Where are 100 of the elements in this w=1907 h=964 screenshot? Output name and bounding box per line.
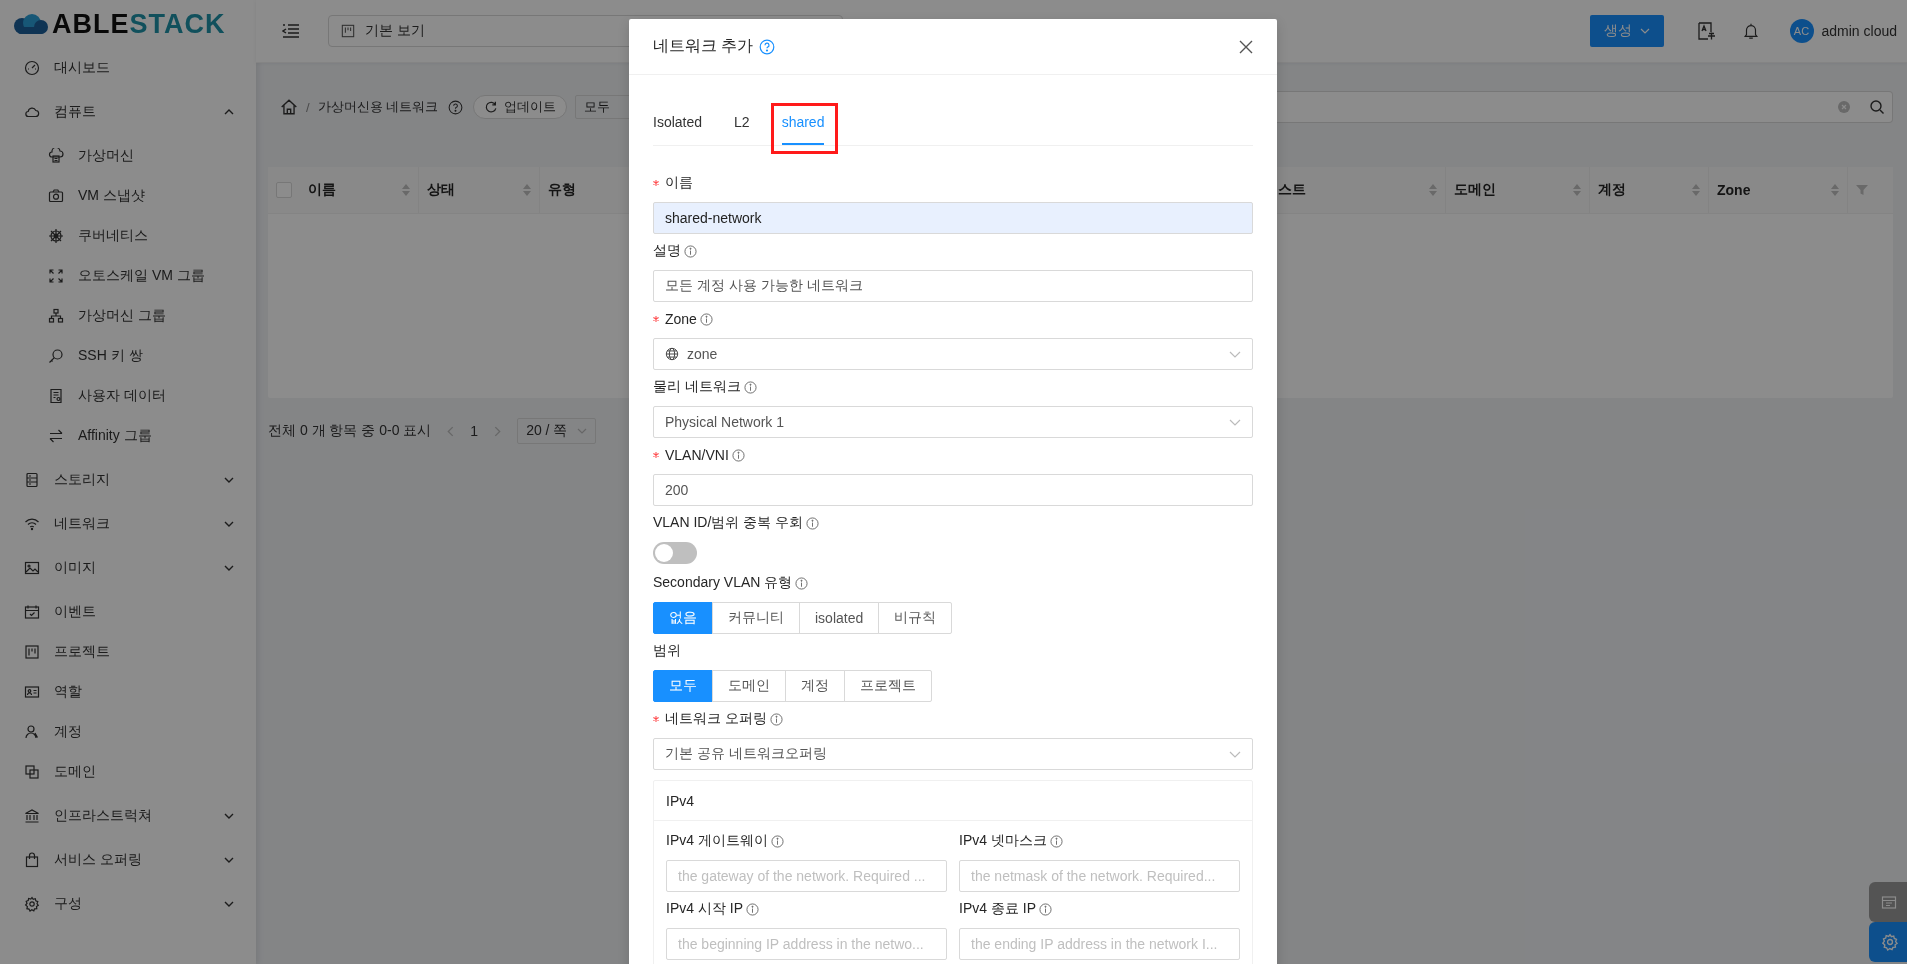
- cloud-icon: [24, 104, 40, 120]
- camera-icon: [48, 188, 64, 204]
- field-label: VLAN/VNI: [665, 447, 729, 463]
- column-header[interactable]: 이름: [308, 181, 402, 199]
- clear-icon[interactable]: [1838, 101, 1850, 113]
- caret-icon: [1639, 28, 1650, 34]
- tab[interactable]: shared: [781, 99, 825, 145]
- menu-item[interactable]: 스토리지: [0, 460, 256, 500]
- text-input[interactable]: the netmask of the network. Required...: [959, 860, 1240, 892]
- translate-icon[interactable]: [1695, 21, 1716, 41]
- sort-icon[interactable]: [402, 184, 410, 196]
- info-icon[interactable]: [769, 712, 783, 726]
- menu-item[interactable]: 서비스 오퍼링: [0, 840, 256, 880]
- user-icon: [24, 724, 40, 740]
- menu-item[interactable]: 대시보드: [0, 48, 256, 88]
- menu-item[interactable]: 프로젝트: [0, 632, 256, 672]
- info-icon[interactable]: [699, 312, 713, 326]
- info-icon[interactable]: [746, 902, 760, 916]
- field-label: 설명: [653, 242, 681, 260]
- select-field[interactable]: 기본 공유 네트워크오퍼링: [653, 738, 1253, 770]
- column-header[interactable]: 도메인: [1454, 181, 1573, 199]
- select-field[interactable]: zone: [653, 338, 1253, 370]
- column-header[interactable]: 계정: [1598, 181, 1692, 199]
- text-input[interactable]: 모든 계정 사용 가능한 네트워크: [653, 270, 1253, 302]
- search-button[interactable]: [1861, 91, 1893, 123]
- segment-option[interactable]: 없음: [653, 602, 713, 634]
- info-icon[interactable]: [806, 516, 820, 530]
- page-title: 가상머신용 네트워크: [317, 98, 439, 116]
- sort-icon[interactable]: [1831, 184, 1839, 196]
- segment-option[interactable]: 프로젝트: [844, 670, 932, 702]
- menu-item[interactable]: 쿠버네티스: [0, 216, 256, 256]
- info-icon[interactable]: [731, 448, 745, 462]
- help-icon[interactable]: [759, 38, 776, 55]
- hierarchy-icon: [48, 308, 64, 324]
- field-label: IPv4 게이트웨이: [666, 832, 768, 850]
- menu-item[interactable]: 네트워크: [0, 504, 256, 544]
- menu-item[interactable]: 역할: [0, 672, 256, 712]
- gauge-icon: [24, 60, 40, 76]
- segment-option[interactable]: 커뮤니티: [712, 602, 800, 634]
- help-icon[interactable]: [448, 99, 464, 115]
- home-icon[interactable]: [280, 98, 298, 116]
- filter-icon[interactable]: [1856, 184, 1868, 196]
- menu-item[interactable]: 도메인: [0, 752, 256, 792]
- segment-option[interactable]: 도메인: [712, 670, 786, 702]
- field-label: IPv4 넷마스크: [959, 832, 1047, 850]
- tab[interactable]: L2: [734, 99, 750, 145]
- text-input[interactable]: 200: [653, 474, 1253, 506]
- segment-option[interactable]: 계정: [785, 670, 845, 702]
- menu-item[interactable]: 계정: [0, 712, 256, 752]
- menu-item[interactable]: 구성: [0, 884, 256, 924]
- segment-option[interactable]: 모두: [653, 670, 713, 702]
- text-input[interactable]: shared-network: [653, 202, 1253, 234]
- chevron-icon: [577, 428, 588, 434]
- pagination-summary: 전체 0 개 항목 중 0-0 표시: [268, 422, 432, 440]
- menu-item[interactable]: VM 스냅샷: [0, 176, 256, 216]
- info-icon[interactable]: [795, 576, 809, 590]
- menu-item[interactable]: 이벤트: [0, 592, 256, 632]
- required-mark-icon: [653, 452, 659, 458]
- text-input[interactable]: the ending IP address in the network I...: [959, 928, 1240, 960]
- segment-option[interactable]: 비규칙: [878, 602, 953, 634]
- menu-item[interactable]: 사용자 데이터: [0, 376, 256, 416]
- page-number[interactable]: 1: [470, 423, 479, 439]
- info-icon[interactable]: [1049, 834, 1063, 848]
- menu-item[interactable]: 인프라스트럭쳐: [0, 796, 256, 836]
- settings-icon[interactable]: [1869, 922, 1907, 962]
- info-icon[interactable]: [743, 380, 757, 394]
- sort-icon[interactable]: [1692, 184, 1700, 196]
- sort-icon[interactable]: [523, 184, 531, 196]
- field-label: Secondary VLAN 유형: [653, 574, 793, 592]
- info-icon[interactable]: [770, 834, 784, 848]
- menu-item[interactable]: 가상머신 그룹: [0, 296, 256, 336]
- close-icon[interactable]: [1239, 39, 1253, 54]
- menu-fold-icon[interactable]: [282, 23, 300, 39]
- refresh-button[interactable]: 업데이트: [473, 95, 568, 119]
- page-size-select[interactable]: 20 / 쪽: [517, 418, 597, 444]
- sort-icon[interactable]: [1573, 184, 1581, 196]
- column-header[interactable]: 스트: [1278, 181, 1429, 199]
- menu-item[interactable]: 이미지: [0, 548, 256, 588]
- segment-option[interactable]: isolated: [799, 602, 880, 634]
- toggle-switch[interactable]: [653, 542, 697, 564]
- overlapping-squares-icon: [24, 764, 40, 780]
- menu-item[interactable]: SSH 키 쌍: [0, 336, 256, 376]
- info-icon[interactable]: [1039, 902, 1053, 916]
- menu-item[interactable]: Affinity 그룹: [0, 416, 256, 456]
- text-input[interactable]: the gateway of the network. Required ...: [666, 860, 947, 892]
- sort-icon[interactable]: [1429, 184, 1437, 196]
- menu-item[interactable]: 오토스케일 VM 그룹: [0, 256, 256, 296]
- menu-item[interactable]: 가상머신: [0, 136, 256, 176]
- user-name[interactable]: admin cloud: [1821, 23, 1897, 39]
- settings-icon: [24, 896, 40, 912]
- column-header[interactable]: Zone: [1717, 182, 1831, 198]
- info-icon[interactable]: [684, 244, 697, 258]
- menu-item[interactable]: 컴퓨트: [0, 92, 256, 132]
- bell-icon[interactable]: [1741, 21, 1760, 41]
- select-field[interactable]: Physical Network 1: [653, 406, 1253, 438]
- magnifier-icon: [48, 348, 64, 364]
- text-input[interactable]: the beginning IP address in the netwo...: [666, 928, 947, 960]
- column-header[interactable]: 상태: [427, 181, 523, 199]
- tab[interactable]: Isolated: [653, 99, 703, 145]
- field-label: 이름: [665, 174, 693, 192]
